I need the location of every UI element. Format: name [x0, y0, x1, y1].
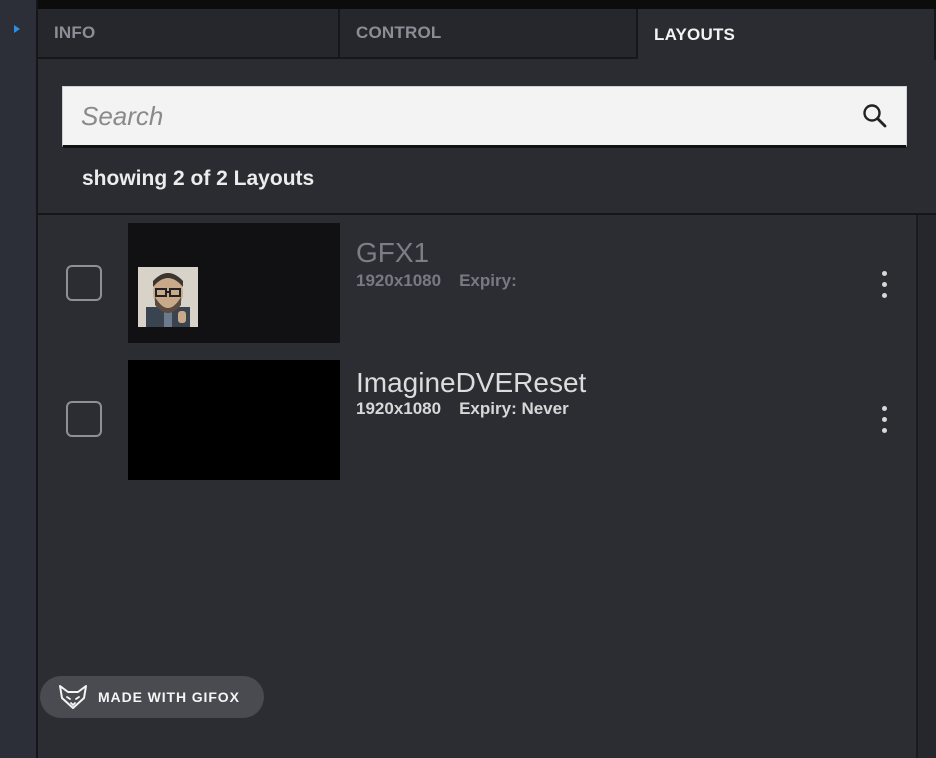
list-item[interactable]: GFX1 1920x1080 Expiry:	[38, 223, 916, 345]
fox-logo-icon	[59, 685, 87, 709]
left-rail	[0, 0, 38, 758]
layout-resolution: 1920x1080	[356, 271, 442, 290]
more-options-icon[interactable]	[874, 406, 894, 440]
tab-layouts[interactable]: LAYOUTS	[638, 9, 936, 60]
list-item[interactable]: ImagineDVEReset 1920x1080 Expiry: Never	[38, 360, 916, 482]
layout-name: ImagineDVEReset	[356, 367, 587, 398]
gifox-watermark: MADE WITH GIFOX	[40, 676, 264, 718]
expand-arrow-icon[interactable]	[14, 25, 20, 33]
search-icon[interactable]	[862, 103, 888, 129]
layout-thumbnail	[128, 360, 340, 480]
layout-meta: 1920x1080 Expiry:	[356, 271, 517, 291]
layout-checkbox[interactable]	[66, 265, 102, 301]
layout-checkbox[interactable]	[66, 401, 102, 437]
layout-expiry: Expiry:	[459, 271, 517, 290]
search-input[interactable]	[63, 87, 843, 145]
avatar	[138, 267, 198, 327]
layout-expiry: Expiry: Never	[459, 399, 569, 418]
tab-info[interactable]: INFO	[38, 9, 340, 59]
search-box	[62, 86, 907, 148]
scrollbar[interactable]	[916, 215, 936, 758]
layout-thumbnail	[128, 223, 340, 343]
layout-meta: 1920x1080 Expiry: Never	[356, 399, 569, 419]
layout-count-label: showing 2 of 2 Layouts	[82, 167, 315, 190]
watermark-label: MADE WITH GIFOX	[98, 689, 240, 705]
more-options-icon[interactable]	[874, 271, 894, 305]
tab-control[interactable]: CONTROL	[340, 9, 638, 59]
layout-resolution: 1920x1080	[356, 399, 442, 418]
top-bar	[0, 0, 936, 9]
tab-bar: INFO CONTROL LAYOUTS	[38, 9, 936, 60]
layout-name: GFX1	[356, 237, 430, 268]
